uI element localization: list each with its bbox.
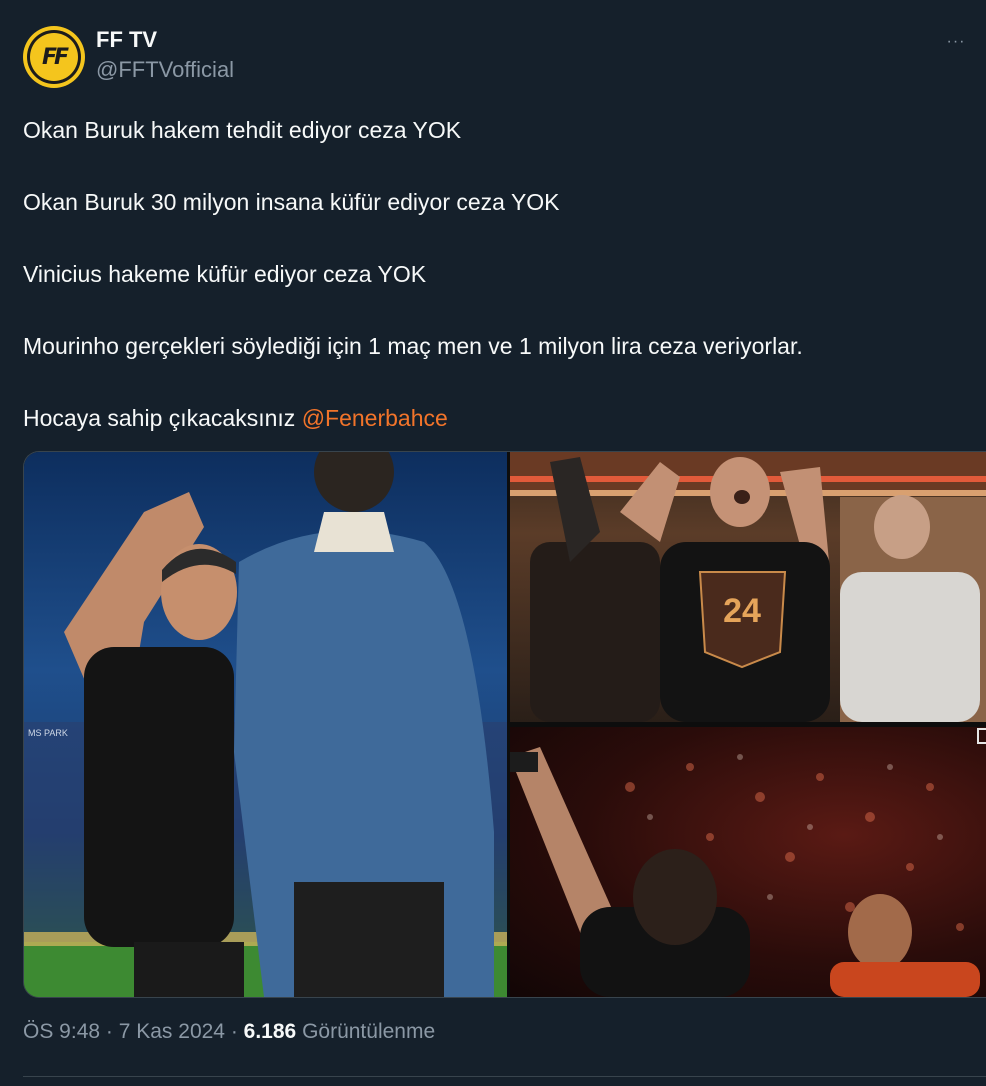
media-image-1[interactable]: MS PARK	[24, 452, 507, 997]
meta-separator: ·	[225, 1020, 244, 1043]
stadium-banner-text: MS PARK	[28, 728, 68, 738]
tweet-line: Okan Buruk 30 milyon insana küfür ediyor…	[23, 189, 560, 215]
tweet-time[interactable]: ÖS 9:48	[23, 1020, 100, 1043]
divider	[23, 1076, 986, 1077]
tweet-line: Hocaya sahip çıkacaksınız @Fenerbahce	[23, 400, 963, 436]
avatar-logo: FF	[30, 33, 78, 81]
meta-separator: ·	[100, 1020, 119, 1043]
media-image-3-art	[510, 728, 986, 997]
views-label: Görüntülenme	[296, 1020, 436, 1043]
author-handle[interactable]: @FFTVofficial	[96, 57, 234, 83]
media-image-2-art: 24	[510, 452, 986, 722]
tweet-line: Mourinho gerçekleri söylediği için 1 maç…	[23, 333, 803, 359]
more-options-icon[interactable]: ···	[942, 28, 970, 56]
mention-link[interactable]: @Fenerbahce	[302, 405, 448, 431]
media-image-2[interactable]: 24	[510, 452, 986, 722]
tweet-line: Okan Buruk hakem tehdit ediyor ceza YOK	[23, 117, 462, 143]
tweet-line: Vinicius hakeme küfür ediyor ceza YOK	[23, 261, 427, 287]
tweet-line-text: Hocaya sahip çıkacaksınız	[23, 405, 302, 431]
media-grid: MS PARK 24	[23, 451, 986, 998]
tweet-meta: ÖS 9:48 · 7 Kas 2024 · 6.186 Görüntülenm…	[23, 1020, 435, 1044]
tweet-text: Okan Buruk hakem tehdit ediyor ceza YOK …	[23, 112, 963, 436]
media-image-3[interactable]	[510, 727, 986, 997]
media-image-1-art: MS PARK	[24, 452, 507, 997]
avatar-frame: FF	[27, 30, 81, 84]
tweet-date[interactable]: 7 Kas 2024	[119, 1020, 225, 1043]
jersey-number: 24	[723, 592, 761, 630]
author-avatar[interactable]: FF	[23, 26, 85, 88]
author-display-name[interactable]: FF TV	[96, 27, 157, 53]
views-count: 6.186	[243, 1020, 297, 1043]
